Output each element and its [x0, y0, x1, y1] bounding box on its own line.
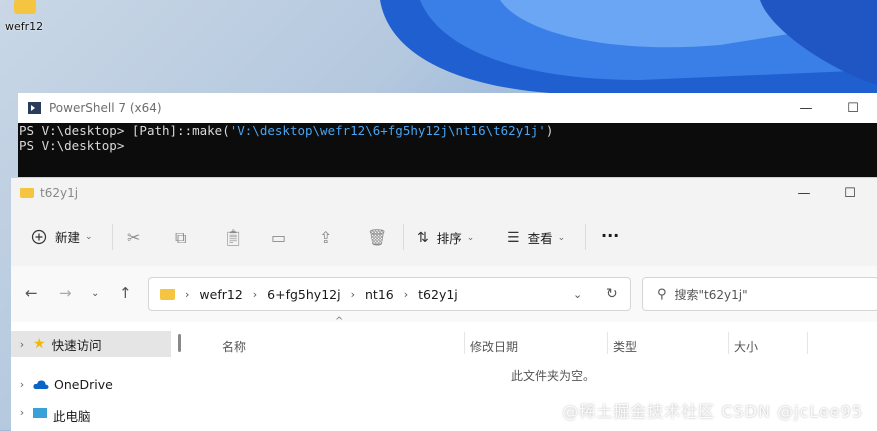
cloud-icon: [33, 379, 49, 389]
new-button-label: 新建: [55, 230, 81, 245]
back-arrow-icon[interactable]: ←: [25, 284, 38, 302]
view-label: 查看: [527, 231, 553, 246]
refresh-icon[interactable]: ↻: [606, 286, 618, 302]
explorer-titlebar[interactable]: t62y1j — ☐: [11, 178, 877, 208]
plus-circle-icon: [31, 229, 47, 244]
forward-arrow-icon[interactable]: →: [59, 284, 72, 302]
column-divider[interactable]: [607, 332, 608, 354]
chevron-right-icon: ›: [350, 287, 355, 301]
divider: [585, 224, 586, 250]
sidebar-item-label: 此电脑: [53, 409, 91, 424]
column-header-type[interactable]: 类型: [613, 338, 637, 355]
powershell-titlebar[interactable]: PowerShell 7 (x64) — ☐: [18, 93, 877, 123]
sidebar-item-label: 快速访问: [51, 337, 102, 353]
up-arrow-icon[interactable]: ↑: [119, 284, 132, 302]
watermark: @稀土掘金技术社区 CSDN @jcLee95: [562, 402, 863, 421]
navigation-pane: › ★ 快速访问 › OneDrive › 此电脑: [11, 322, 186, 431]
view-icon: ☰: [507, 229, 520, 246]
copy-icon[interactable]: ⧉: [175, 228, 186, 248]
column-divider[interactable]: [807, 332, 808, 354]
sort-button[interactable]: ⇅ 排序 ⌄: [417, 228, 474, 247]
powershell-title: PowerShell 7 (x64): [49, 101, 162, 115]
maximize-button[interactable]: ☐: [827, 178, 873, 208]
breadcrumb-item[interactable]: t62y1j: [418, 287, 458, 302]
console-output[interactable]: PS V:\desktop> [Path]::make('V:\desktop\…: [18, 123, 877, 153]
sidebar-item-onedrive[interactable]: › OneDrive: [11, 371, 171, 397]
breadcrumb-item[interactable]: 6+fg5hy12j: [267, 287, 340, 302]
computer-icon: [33, 408, 47, 418]
column-divider[interactable]: [464, 332, 465, 354]
console-line-2: PS V:\desktop>: [19, 138, 125, 153]
column-header-date-modified[interactable]: 修改日期: [470, 338, 518, 355]
star-icon: ★: [33, 336, 46, 352]
chevron-right-icon[interactable]: ›: [11, 378, 33, 391]
powershell-icon: [28, 102, 41, 114]
folder-icon: [160, 288, 175, 300]
sidebar-item-quick-access[interactable]: › ★ 快速访问: [11, 331, 171, 357]
command-path-string: 'V:\desktop\wefr12\6+fg5hy12j\nt16\t62y1…: [229, 123, 546, 138]
console-line-1: PS V:\desktop> [Path]::make('V:\desktop\…: [19, 123, 877, 138]
chevron-right-icon: ›: [185, 287, 190, 301]
divider: [403, 224, 404, 250]
prompt: PS V:\desktop>: [19, 123, 132, 138]
desktop-folder-wefr12[interactable]: wefr12: [4, 0, 48, 33]
command-bar: 新建 ⌄ ✂ ⧉ 📋︎ ▭ ⇪ 🗑︎ ⇅ 排序 ⌄ ☰ 查看 ⌄ ···: [11, 208, 877, 266]
folder-icon: [14, 0, 36, 14]
more-options-button[interactable]: ···: [601, 226, 619, 245]
chevron-down-icon: ⌄: [466, 232, 475, 243]
address-box[interactable]: › wefr12 › 6+fg5hy12j › nt16 › t62y1j ⌄ …: [148, 277, 631, 311]
search-placeholder: 搜索"t62y1j": [674, 287, 748, 302]
explorer-window[interactable]: t62y1j — ☐ 新建 ⌄ ✂ ⧉ 📋︎ ▭ ⇪ 🗑︎ ⇅ 排序 ⌄ ☰ 查…: [11, 177, 877, 431]
explorer-title: t62y1j: [40, 186, 79, 200]
sort-indicator-icon: ^: [335, 316, 344, 327]
chevron-down-icon: ⌄: [557, 232, 566, 243]
column-header-size[interactable]: 大小: [734, 338, 758, 355]
sort-label: 排序: [436, 231, 462, 246]
new-button[interactable]: 新建 ⌄: [31, 227, 93, 246]
desktop-icon-label: wefr12: [5, 20, 44, 33]
chevron-right-icon: ›: [403, 287, 409, 301]
chevron-down-icon[interactable]: ⌄: [573, 288, 582, 301]
folder-icon: [20, 188, 34, 198]
sidebar-item-label: OneDrive: [54, 376, 113, 392]
share-icon[interactable]: ⇪: [319, 228, 332, 247]
empty-folder-message: 此文件夹为空。: [511, 369, 596, 383]
column-header-name[interactable]: 名称: [222, 338, 246, 355]
chevron-right-icon[interactable]: ›: [11, 406, 33, 419]
search-box[interactable]: ⚲ 搜索"t62y1j": [642, 277, 877, 311]
rename-icon[interactable]: ▭: [271, 228, 286, 247]
chevron-right-icon[interactable]: ›: [11, 338, 33, 351]
cut-icon[interactable]: ✂: [127, 228, 140, 247]
view-button[interactable]: ☰ 查看 ⌄: [507, 228, 565, 247]
chevron-down-icon: ⌄: [85, 231, 93, 242]
sort-icon: ⇅: [417, 229, 429, 246]
address-bar-row: ← → ⌄ ↑ › wefr12 › 6+fg5hy12j › nt16 › t…: [11, 266, 877, 322]
search-icon: ⚲: [657, 286, 667, 302]
breadcrumb-item[interactable]: nt16: [365, 287, 394, 302]
minimize-button[interactable]: —: [783, 93, 829, 123]
chevron-right-icon: ›: [252, 287, 258, 301]
command-suffix: ): [545, 123, 554, 138]
paste-icon[interactable]: 📋︎: [223, 228, 243, 247]
sidebar-scrollbar[interactable]: [178, 334, 181, 352]
column-divider[interactable]: [728, 332, 729, 354]
recent-locations-chevron-icon[interactable]: ⌄: [91, 288, 99, 299]
divider: [112, 224, 113, 250]
sidebar-item-this-pc[interactable]: › 此电脑: [11, 406, 171, 428]
delete-icon[interactable]: 🗑︎: [367, 228, 387, 247]
command-text: [Path]::make(: [131, 123, 230, 138]
maximize-button[interactable]: ☐: [830, 93, 876, 123]
breadcrumb-item[interactable]: wefr12: [199, 287, 242, 302]
minimize-button[interactable]: —: [781, 178, 827, 208]
